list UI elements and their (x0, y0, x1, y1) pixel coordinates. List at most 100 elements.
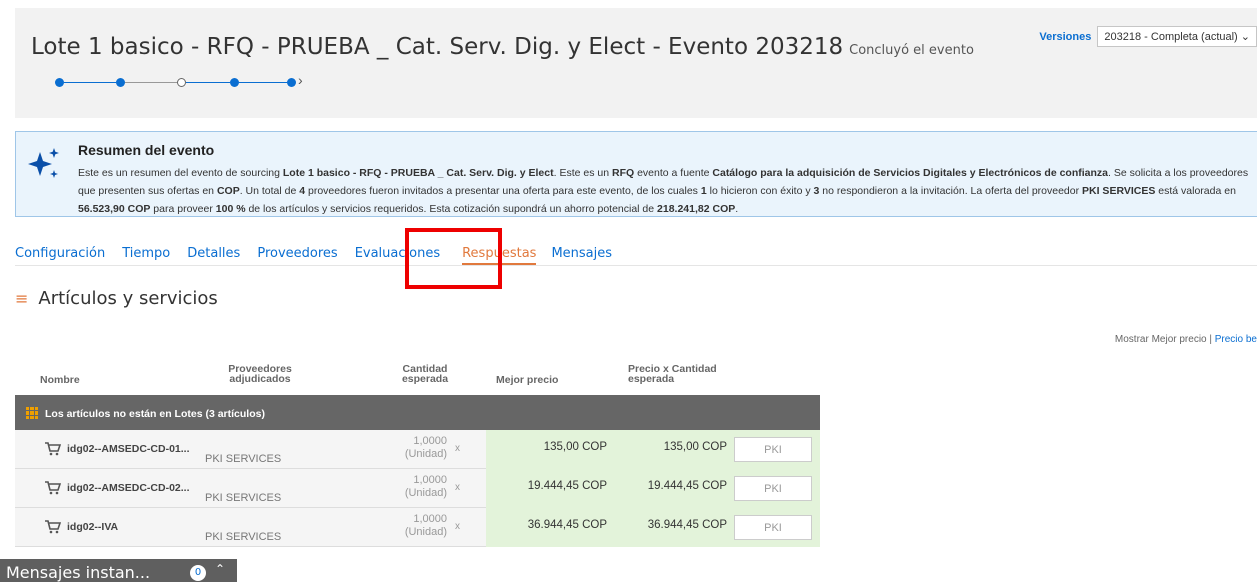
item-name[interactable]: idg02--IVA (67, 521, 118, 533)
qty-unit: (Unidad) (404, 526, 447, 538)
price-basis-link[interactable]: Precio be (1215, 334, 1257, 345)
col-header-best-price[interactable]: Mejor precio (496, 375, 558, 386)
tab-proveedores[interactable]: Proveedores (257, 246, 337, 261)
list-icon: ≡ (15, 289, 29, 308)
section-title: Artículos y servicios (38, 288, 218, 309)
step-complete-4[interactable] (230, 78, 239, 87)
tab-tiempo[interactable]: Tiempo (122, 246, 170, 261)
summary-fragment: está valorada en (1155, 185, 1236, 197)
page-title: Lote 1 basico - RFQ - PRUEBA _ Cat. Serv… (31, 34, 974, 60)
summary-offer-value: 56.523,90 COP (78, 203, 151, 215)
version-selected-value: 203218 - Completa (actual) (1104, 31, 1238, 43)
summary-fragment: para proveer (150, 203, 216, 215)
col-header-name[interactable]: Nombre (40, 375, 80, 386)
cart-icon (45, 520, 61, 534)
awarded-supplier: PKI SERVICES (205, 531, 282, 543)
col-header-price-qty[interactable]: Precio x Cantidad esperada (628, 364, 738, 385)
summary-savings: 218.241,82 COP (657, 203, 736, 215)
summary-fragment: . Un total de (239, 185, 300, 197)
section-heading: ≡ Artículos y servicios (15, 288, 218, 309)
expected-quantity: 1,0000 (Unidad) (382, 435, 447, 461)
multiply-sign: x (455, 521, 460, 532)
version-select[interactable]: 203218 - Completa (actual) ⌄ (1097, 26, 1257, 47)
summary-title: Resumen del evento (78, 142, 215, 158)
show-label: Mostrar Mejor precio | (1114, 334, 1215, 345)
progress-stepper: › (55, 72, 325, 89)
summary-fragment: proveedores fueron invitados a presentar… (305, 185, 701, 197)
table-row[interactable]: idg02--AMSEDC-CD-01... PKI SERVICES 1,00… (15, 430, 820, 469)
qty-value: 1,0000 (413, 513, 447, 525)
awarded-supplier: PKI SERVICES (205, 453, 282, 465)
price-qty-value: 36.944,45 COP (647, 519, 727, 531)
tab-detalles[interactable]: Detalles (187, 246, 240, 261)
event-header: Lote 1 basico - RFQ - PRUEBA _ Cat. Serv… (15, 8, 1257, 118)
multiply-sign: x (455, 482, 460, 493)
event-status: Concluyó el evento (849, 43, 974, 58)
versions-label: Versiones (1039, 31, 1092, 43)
item-name[interactable]: idg02--AMSEDC-CD-02... (67, 482, 190, 494)
summary-fragment: Este es un resumen del evento de sourcin… (78, 167, 283, 179)
summary-supplier: PKI SERVICES (1082, 185, 1156, 197)
price-qty-cell: 135,00 COP PKI (617, 430, 820, 469)
qty-value: 1,0000 (413, 435, 447, 447)
group-row[interactable]: Los artículos no están en Lotes (3 artíc… (15, 395, 820, 430)
qty-unit: (Unidad) (404, 448, 447, 460)
price-qty-value: 19.444,45 COP (647, 480, 727, 492)
tab-divider (15, 265, 1257, 266)
multiply-sign: x (455, 443, 460, 454)
step-complete-1[interactable] (55, 78, 64, 87)
expected-quantity: 1,0000 (Unidad) (382, 474, 447, 500)
sparkle-icon (28, 148, 59, 178)
summary-fragment: de los artículos y servicios requeridos.… (245, 203, 658, 215)
step-connector (239, 82, 287, 83)
summary-fragment: no respondieron a la invitación. La ofer… (819, 185, 1083, 197)
summary-fragment: . (735, 203, 739, 215)
summary-fragment: evento a fuente (634, 167, 713, 179)
chevron-up-icon[interactable]: ⌃ (215, 562, 225, 576)
summary-text: Este es un resumen del evento de sourcin… (78, 164, 1257, 218)
table-row[interactable]: idg02--AMSEDC-CD-02... PKI SERVICES 1,00… (15, 469, 820, 508)
expected-quantity: 1,0000 (Unidad) (382, 513, 447, 539)
step-complete-5[interactable] (287, 78, 296, 87)
step-complete-2[interactable] (116, 78, 125, 87)
step-connector (125, 82, 177, 83)
summary-currency: COP (216, 185, 240, 197)
col-header-suppliers[interactable]: Proveedores adjudicados (215, 364, 305, 385)
step-connector (186, 82, 230, 83)
group-label: Los artículos no están en Lotes (3 artíc… (45, 408, 265, 420)
qty-value: 1,0000 (413, 474, 447, 486)
tab-configuracion[interactable]: Configuración (15, 246, 105, 261)
summary-fragment: . Este es un (553, 167, 612, 179)
best-price: 19.444,45 COP (486, 469, 617, 508)
supplier-chip[interactable]: PKI (734, 515, 812, 540)
instant-messages-dock[interactable]: Mensajes instan... 0 ⌃ (0, 559, 237, 582)
price-qty-cell: 36.944,45 COP PKI (617, 508, 820, 547)
cart-icon (45, 442, 61, 456)
chevron-down-icon: ⌄ (1240, 31, 1250, 43)
item-name[interactable]: idg02--AMSEDC-CD-01... (67, 443, 190, 455)
tab-mensajes[interactable]: Mensajes (551, 246, 612, 261)
event-summary-panel: Resumen del evento Este es un resumen de… (15, 131, 1257, 217)
price-qty-cell: 19.444,45 COP PKI (617, 469, 820, 508)
awarded-supplier: PKI SERVICES (205, 492, 282, 504)
cart-icon (45, 481, 61, 495)
step-connector (64, 82, 116, 83)
versions-control: Versiones 203218 - Completa (actual) ⌄ (1039, 26, 1257, 47)
summary-event-type: RFQ (611, 167, 635, 179)
price-view-toggle: Mostrar Mejor precio | Precio be (1115, 334, 1257, 345)
unread-count-badge: 0 (190, 565, 206, 581)
dock-label: Mensajes instan... (6, 563, 151, 582)
summary-fragment: lo hicieron con éxito y (706, 185, 814, 197)
step-incomplete[interactable] (177, 78, 186, 87)
event-title: Lote 1 basico - RFQ - PRUEBA _ Cat. Serv… (31, 34, 844, 60)
summary-coverage: 100 % (215, 203, 246, 215)
best-price: 36.944,45 COP (486, 508, 617, 547)
qty-unit: (Unidad) (404, 487, 447, 499)
col-header-qty[interactable]: Cantidad esperada (395, 364, 455, 385)
highlight-box (405, 228, 502, 289)
supplier-chip[interactable]: PKI (734, 437, 812, 462)
table-row[interactable]: idg02--IVA PKI SERVICES 1,0000 (Unidad) x… (15, 508, 820, 547)
price-qty-value: 135,00 COP (663, 441, 727, 453)
grid-icon (26, 407, 38, 419)
supplier-chip[interactable]: PKI (734, 476, 812, 501)
